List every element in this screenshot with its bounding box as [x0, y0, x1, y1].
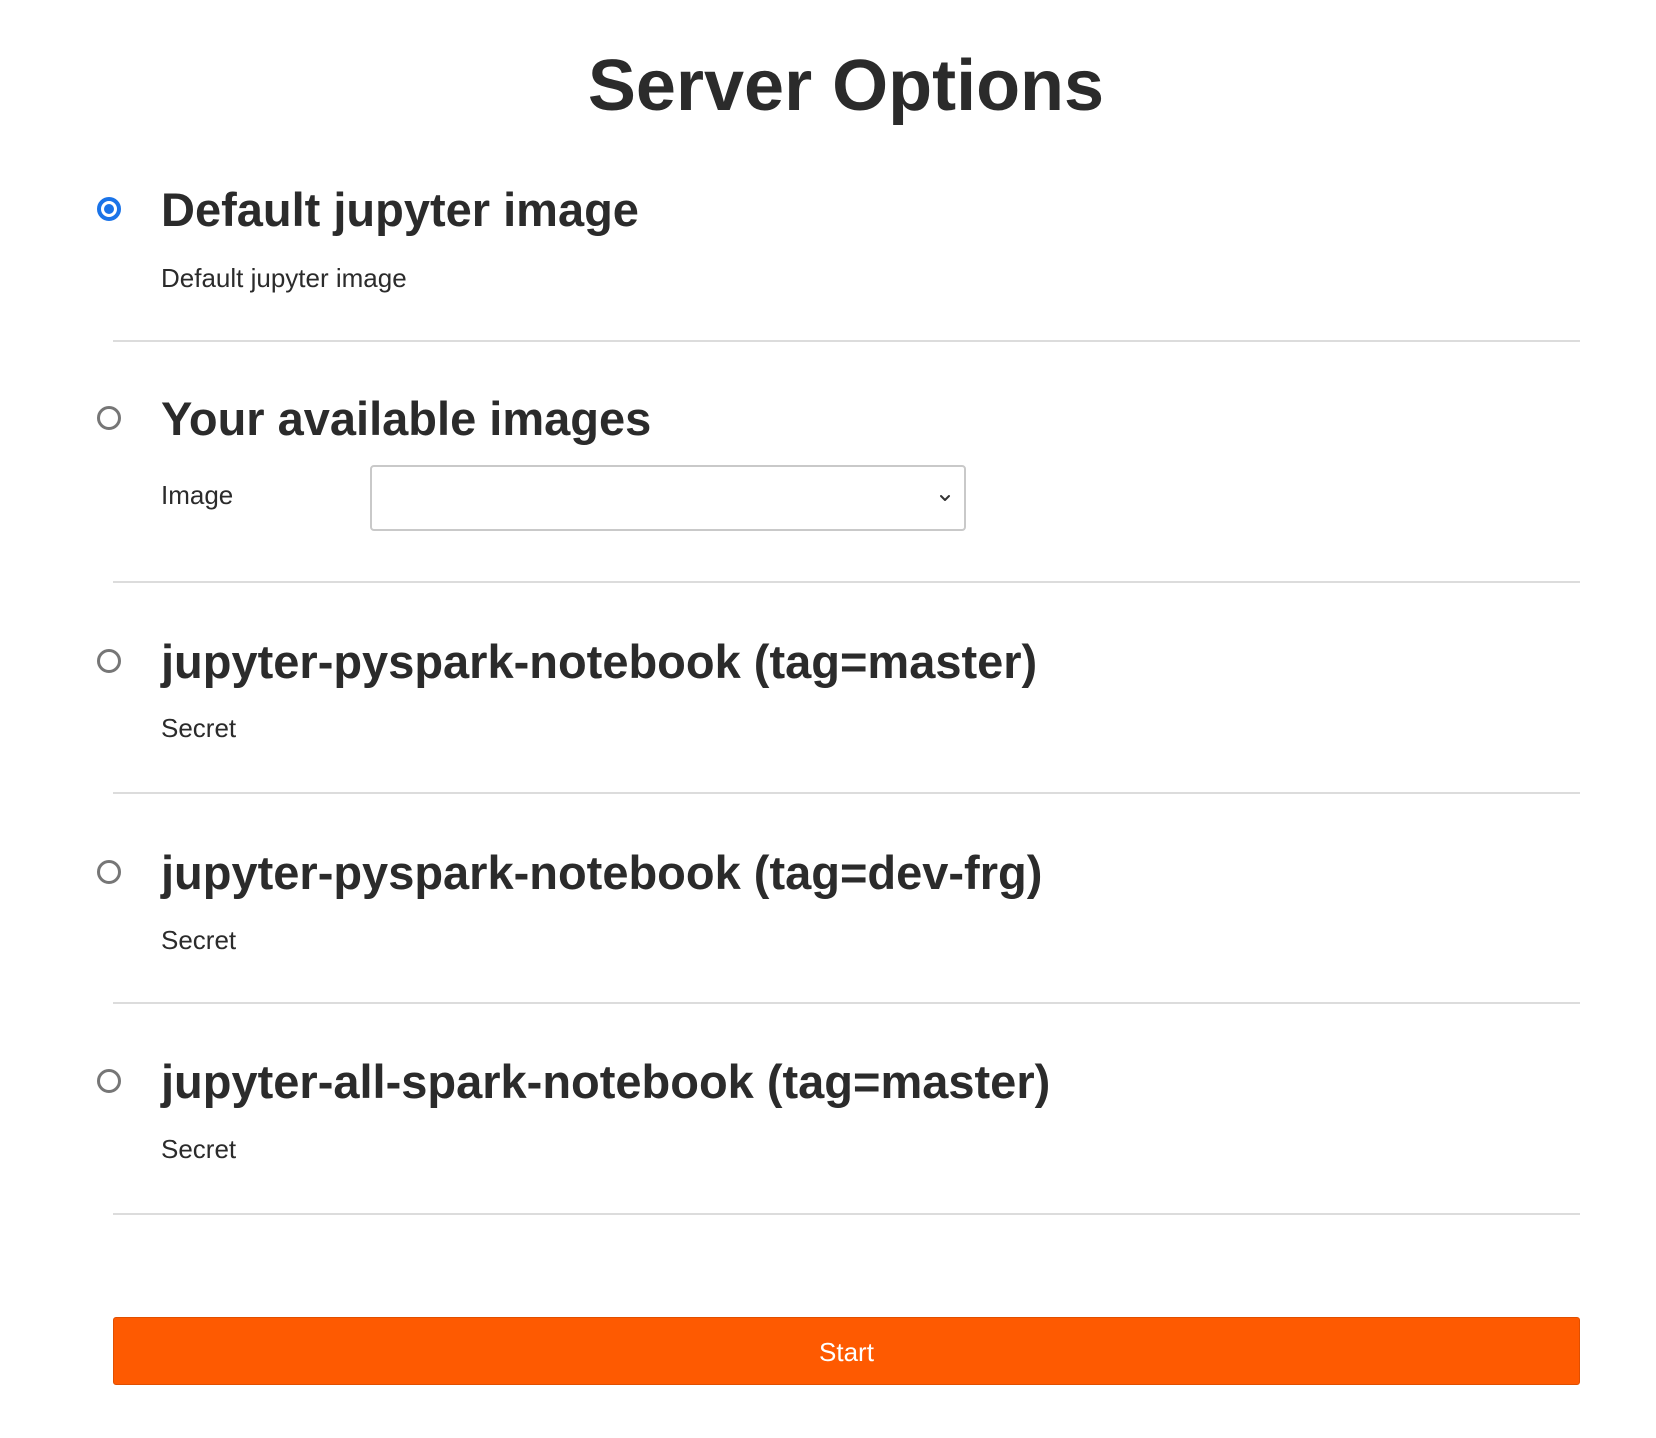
page-title: Server Options — [587, 46, 1105, 126]
radio-your-available-images[interactable] — [97, 406, 121, 430]
divider — [113, 340, 1580, 342]
option-title: Default jupyter image — [161, 183, 639, 236]
option-description: Default jupyter image — [161, 263, 407, 293]
start-button[interactable]: Start — [113, 1317, 1580, 1385]
option-description: Secret — [161, 1134, 237, 1164]
chevron-down-icon — [940, 495, 950, 501]
divider — [113, 1213, 1580, 1215]
option-description: Secret — [161, 925, 237, 955]
radio-default-jupyter-image[interactable] — [97, 197, 121, 221]
divider — [113, 581, 1580, 583]
image-select[interactable] — [370, 465, 966, 531]
option-title: jupyter-pyspark-notebook (tag=dev-frg) — [161, 846, 1043, 899]
option-title: jupyter-pyspark-notebook (tag=master) — [161, 635, 1038, 688]
option-description: Secret — [161, 713, 237, 743]
image-field-label: Image — [161, 480, 234, 510]
divider — [113, 792, 1580, 794]
option-title: jupyter-all-spark-notebook (tag=master) — [161, 1055, 1051, 1108]
radio-pyspark-dev-frg[interactable] — [97, 860, 121, 884]
radio-pyspark-master[interactable] — [97, 649, 121, 673]
option-title: Your available images — [161, 392, 652, 445]
divider — [113, 1002, 1580, 1004]
radio-all-spark-master[interactable] — [97, 1069, 121, 1093]
